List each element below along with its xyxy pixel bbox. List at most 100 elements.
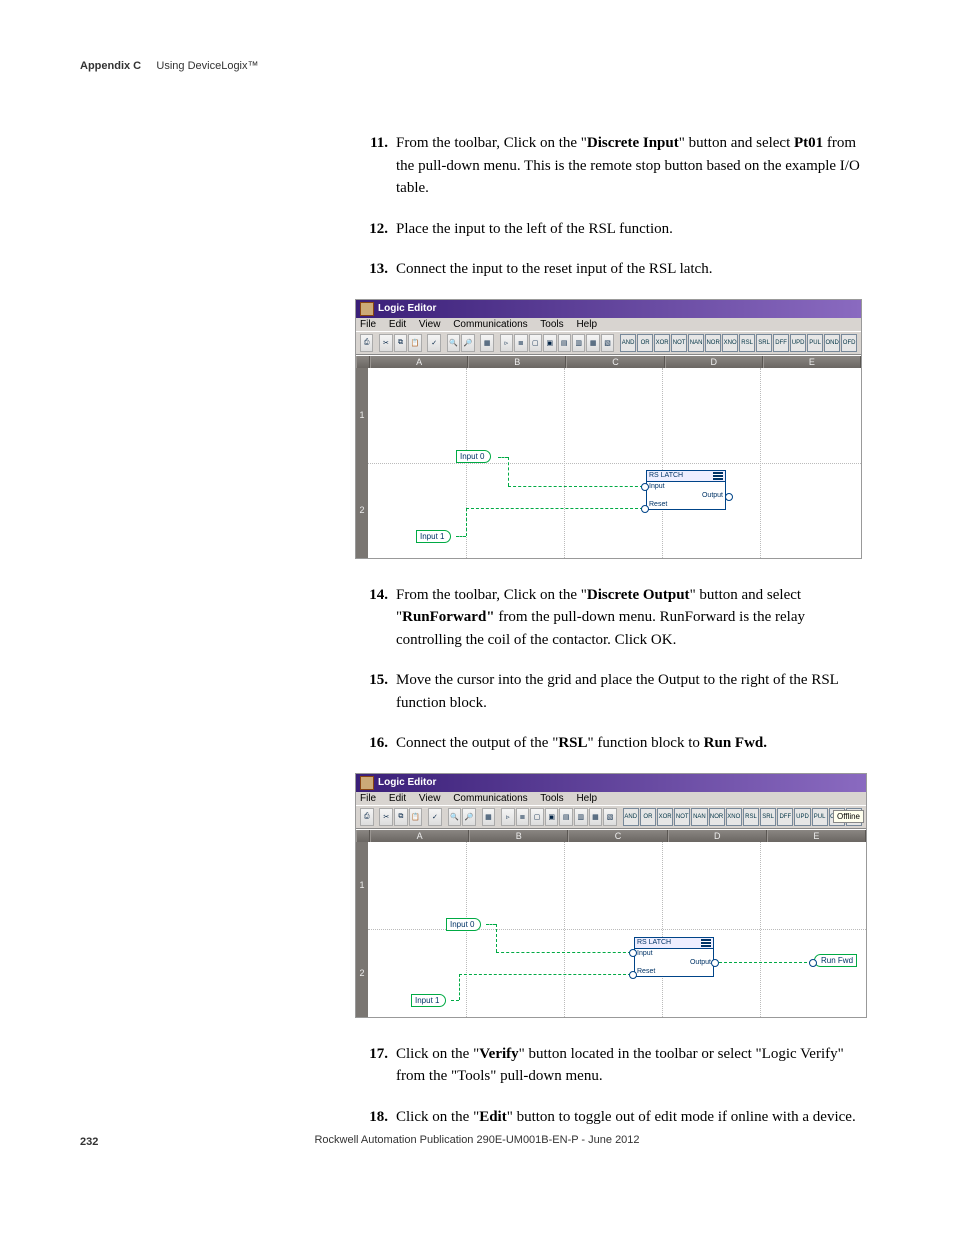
logic-nor[interactable]: NOR — [705, 334, 721, 352]
out3-icon[interactable]: ▤ — [559, 808, 573, 826]
menu-help[interactable]: Help — [576, 319, 597, 330]
out6-icon[interactable]: ▧ — [603, 808, 617, 826]
logic-rsl[interactable]: RSL — [743, 808, 759, 826]
logic-pul[interactable]: PUL — [812, 808, 828, 826]
step-number: 11. — [360, 132, 388, 200]
menu-tools[interactable]: Tools — [540, 793, 563, 804]
paste-icon[interactable]: 📋 — [408, 334, 421, 352]
grid-icon[interactable]: ▦ — [482, 808, 496, 826]
step-17: 17. Click on the "Verify" button located… — [360, 1043, 874, 1088]
out2-icon[interactable]: ▣ — [543, 334, 556, 352]
list-icon[interactable]: ≣ — [516, 808, 530, 826]
menu-icon[interactable] — [701, 939, 711, 947]
copy-icon[interactable]: ⧉ — [394, 334, 407, 352]
step-16: 16. Connect the output of the "RSL" func… — [360, 732, 874, 755]
out6-icon[interactable]: ▧ — [601, 334, 614, 352]
menu-file[interactable]: File — [360, 319, 376, 330]
logic-nor[interactable]: NOR — [709, 808, 725, 826]
menu-communications[interactable]: Communications — [453, 319, 527, 330]
app-icon — [360, 776, 374, 790]
logic-xno[interactable]: XNO — [722, 334, 738, 352]
col-b: B — [468, 356, 566, 368]
logic-dff[interactable]: DFF — [777, 808, 793, 826]
logic-rsl[interactable]: RSL — [739, 334, 755, 352]
out3-icon[interactable]: ▤ — [558, 334, 571, 352]
discrete-input-icon[interactable]: ▹ — [501, 808, 515, 826]
logic-xor[interactable]: XOR — [654, 334, 670, 352]
logic-ofd[interactable]: OFD — [841, 334, 857, 352]
copy-icon[interactable]: ⧉ — [394, 808, 408, 826]
logic-upd[interactable]: UPD — [790, 334, 806, 352]
input-1-block[interactable]: Input 1 — [411, 994, 446, 1007]
step-13: 13. Connect the input to the reset input… — [360, 258, 874, 281]
menu-edit[interactable]: Edit — [389, 319, 406, 330]
rsl-block[interactable]: RS LATCH Input Output Reset — [646, 470, 726, 510]
logic-nan[interactable]: NAN — [691, 808, 707, 826]
out5-icon[interactable]: ▦ — [586, 334, 599, 352]
input-0-block[interactable]: Input 0 — [456, 450, 491, 463]
step-text: Connect the output of the "RSL" function… — [396, 732, 874, 755]
input-1-block[interactable]: Input 1 — [416, 530, 451, 543]
col-d: D — [668, 830, 767, 842]
rsl-block[interactable]: RS LATCH Input Output Reset — [634, 937, 714, 977]
cut-icon[interactable]: ✂ — [379, 808, 393, 826]
print-icon[interactable]: ⎙ — [360, 808, 374, 826]
out1-icon[interactable]: ▢ — [530, 808, 544, 826]
offline-indicator: Offline — [833, 810, 864, 823]
logic-not[interactable]: NOT — [674, 808, 690, 826]
window-titlebar: Logic Editor — [356, 300, 861, 318]
input-0-block[interactable]: Input 0 — [446, 918, 481, 931]
cut-icon[interactable]: ✂ — [379, 334, 392, 352]
logic-ond[interactable]: OND — [824, 334, 840, 352]
corner-cell — [356, 830, 370, 842]
row-1: 1 — [356, 842, 368, 930]
out1-icon[interactable]: ▢ — [529, 334, 542, 352]
header-title: Using DeviceLogix™ — [156, 60, 258, 72]
zoom-in-icon[interactable]: 🔍 — [448, 808, 462, 826]
step-15: 15. Move the cursor into the grid and pl… — [360, 669, 874, 714]
menu-file[interactable]: File — [360, 793, 376, 804]
logic-or[interactable]: OR — [637, 334, 653, 352]
discrete-input-icon[interactable]: ▹ — [500, 334, 513, 352]
menu-tools[interactable]: Tools — [540, 319, 563, 330]
menu-view[interactable]: View — [419, 319, 441, 330]
paste-icon[interactable]: 📋 — [409, 808, 423, 826]
logic-editor-screenshot-1: Logic Editor File Edit View Communicatio… — [355, 299, 862, 559]
menu-icon[interactable] — [713, 472, 723, 480]
out5-icon[interactable]: ▦ — [589, 808, 603, 826]
logic-canvas[interactable]: 1 2 Input 0 Input 1 RS LATCH Input Outpu… — [356, 842, 866, 1017]
zoom-out-icon[interactable]: 🔎 — [461, 334, 474, 352]
menu-help[interactable]: Help — [576, 793, 597, 804]
step-text: From the toolbar, Click on the "Discrete… — [396, 132, 874, 200]
out4-icon[interactable]: ▥ — [574, 808, 588, 826]
logic-upd[interactable]: UPD — [794, 808, 810, 826]
col-e: E — [767, 830, 866, 842]
menu-edit[interactable]: Edit — [389, 793, 406, 804]
logic-xor[interactable]: XOR — [657, 808, 673, 826]
menu-view[interactable]: View — [419, 793, 441, 804]
logic-canvas[interactable]: 1 2 Input 0 Input 1 RS LATCH Input Outpu… — [356, 368, 861, 558]
verify-icon[interactable]: ✓ — [428, 808, 442, 826]
logic-srl[interactable]: SRL — [760, 808, 776, 826]
out2-icon[interactable]: ▣ — [545, 808, 559, 826]
grid-icon[interactable]: ▦ — [480, 334, 493, 352]
logic-nan[interactable]: NAN — [688, 334, 704, 352]
step-text: From the toolbar, Click on the "Discrete… — [396, 584, 874, 652]
logic-xno[interactable]: XNO — [726, 808, 742, 826]
logic-not[interactable]: NOT — [671, 334, 687, 352]
logic-pul[interactable]: PUL — [807, 334, 823, 352]
logic-or[interactable]: OR — [640, 808, 656, 826]
logic-dff[interactable]: DFF — [773, 334, 789, 352]
zoom-in-icon[interactable]: 🔍 — [447, 334, 460, 352]
run-fwd-block[interactable]: Run Fwd — [814, 954, 857, 967]
list-icon[interactable]: ≣ — [514, 334, 527, 352]
logic-and[interactable]: AND — [620, 334, 636, 352]
print-icon[interactable]: ⎙ — [360, 334, 373, 352]
step-text: Click on the "Verify" button located in … — [396, 1043, 874, 1088]
logic-and[interactable]: AND — [623, 808, 639, 826]
menu-communications[interactable]: Communications — [453, 793, 527, 804]
logic-srl[interactable]: SRL — [756, 334, 772, 352]
zoom-out-icon[interactable]: 🔎 — [462, 808, 476, 826]
verify-icon[interactable]: ✓ — [427, 334, 440, 352]
out4-icon[interactable]: ▥ — [572, 334, 585, 352]
